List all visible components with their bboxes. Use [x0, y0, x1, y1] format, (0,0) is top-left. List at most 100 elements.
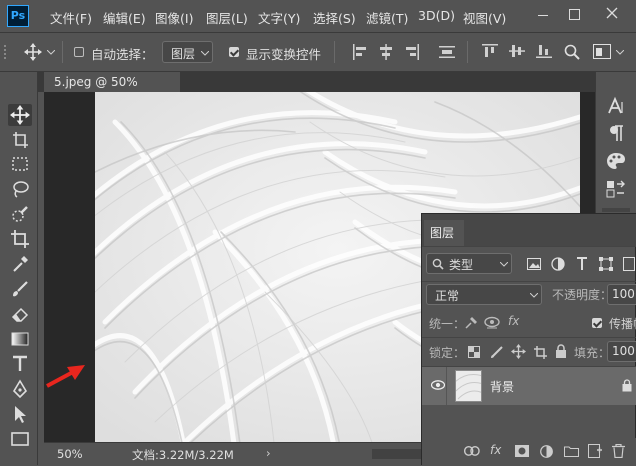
show-transform-checkbox[interactable]	[229, 47, 239, 57]
unify-position-icon[interactable]	[464, 316, 478, 330]
filter-type-dropdown[interactable]: 类型	[426, 253, 512, 274]
menu-layer[interactable]: 图层(L)	[206, 8, 248, 27]
artboard-tool-icon[interactable]	[10, 129, 30, 149]
layers-tab[interactable]: 图层	[424, 220, 464, 246]
move-tool-preset-icon[interactable]	[24, 43, 42, 61]
unify-style-icon[interactable]: fx	[508, 314, 519, 328]
align-vertical-center-icon[interactable]	[509, 44, 525, 58]
lock-all-icon[interactable]	[555, 344, 567, 359]
pixel-layer-filter-icon[interactable]	[527, 258, 541, 270]
eye-icon[interactable]	[431, 380, 445, 390]
add-layer-style-icon[interactable]: fx	[490, 443, 501, 457]
link-layers-icon[interactable]	[464, 446, 480, 456]
lock-transparent-icon[interactable]	[468, 346, 480, 358]
eyedropper-tool-icon[interactable]	[10, 254, 30, 274]
smart-object-filter-icon[interactable]	[623, 257, 635, 271]
new-layer-icon[interactable]	[588, 444, 602, 458]
horizontal-scrollbar[interactable]	[372, 449, 422, 459]
chevron-down-icon[interactable]	[47, 50, 55, 55]
close-icon[interactable]	[605, 6, 619, 20]
path-selection-tool-icon[interactable]	[10, 404, 30, 424]
marquee-tool-icon[interactable]	[10, 154, 30, 174]
lock-artboard-icon[interactable]	[533, 345, 547, 359]
photoshop-logo[interactable]: Ps	[7, 5, 29, 27]
search-icon[interactable]	[564, 44, 580, 60]
zoom-level[interactable]: 50%	[57, 447, 83, 461]
type-layer-filter-icon[interactable]	[576, 257, 588, 271]
align-horizontal-center-icon[interactable]	[379, 44, 393, 60]
rectangle-tool-icon[interactable]	[10, 429, 30, 449]
character-panel-icon[interactable]	[606, 96, 626, 116]
opacity-value: 100	[612, 287, 635, 301]
lock-position-icon[interactable]	[511, 344, 526, 359]
chevron-down-icon[interactable]	[616, 50, 624, 55]
menu-select[interactable]: 选择(S)	[313, 8, 356, 27]
document-tab[interactable]: 5.jpeg @ 50%(RGB/8)	[44, 72, 180, 109]
layers-panel: 图层 类型 正常 不透明度： 100 统一： fx 传播帧	[421, 213, 636, 466]
delete-layer-icon[interactable]	[612, 444, 625, 458]
align-top-icon[interactable]	[482, 44, 498, 58]
move-tool-icon[interactable]	[10, 105, 30, 125]
divider	[62, 41, 63, 63]
divider	[446, 367, 447, 405]
paragraph-panel-icon[interactable]	[608, 124, 624, 142]
chevron-right-icon[interactable]: ›	[266, 446, 271, 460]
fill-label: 填充：	[574, 346, 611, 360]
brush-tool-icon[interactable]	[10, 279, 30, 299]
align-left-icon[interactable]	[353, 44, 367, 60]
fill-input[interactable]: 100	[607, 341, 636, 362]
lock-image-icon[interactable]	[490, 345, 504, 359]
type-tool-icon[interactable]	[10, 354, 30, 374]
layers-filter-row: 类型	[422, 247, 636, 282]
shape-layer-filter-icon[interactable]	[599, 257, 613, 271]
minimize-icon[interactable]	[538, 15, 548, 16]
adjustment-layer-filter-icon[interactable]	[551, 257, 565, 271]
menu-bar: Ps 文件(F) 编辑(E) 图像(I) 图层(L) 文字(Y) 选择(S) 滤…	[0, 0, 636, 33]
workspace-icon[interactable]	[593, 44, 611, 59]
red-arrow-annotation	[45, 362, 87, 388]
new-group-icon[interactable]	[564, 445, 579, 457]
color-panel-icon[interactable]	[606, 152, 626, 170]
opacity-input[interactable]: 100	[607, 284, 636, 305]
menu-view[interactable]: 视图(V)	[463, 8, 506, 27]
gradient-tool-icon[interactable]	[10, 329, 30, 349]
new-adjustment-layer-icon[interactable]	[540, 445, 553, 458]
menu-file[interactable]: 文件(F)	[50, 8, 92, 27]
layer-row[interactable]: 背景	[422, 367, 636, 405]
layer-name[interactable]: 背景	[490, 378, 514, 395]
align-bottom-icon[interactable]	[536, 44, 552, 58]
layers-panel-header: 图层	[422, 214, 636, 247]
menu-type[interactable]: 文字(Y)	[258, 8, 300, 27]
unify-visibility-icon[interactable]	[484, 316, 500, 330]
layer-thumbnail	[455, 370, 482, 402]
fill-value: 100	[612, 344, 635, 358]
show-transform-label: 显示变换控件	[246, 47, 322, 62]
menu-edit[interactable]: 编辑(E)	[103, 8, 146, 27]
lock-icon	[622, 379, 632, 392]
lasso-tool-icon[interactable]	[10, 179, 30, 199]
pen-tool-icon[interactable]	[10, 379, 30, 399]
chevron-down-icon	[530, 293, 538, 298]
menu-3d[interactable]: 3D(D)	[418, 8, 455, 23]
auto-select-target-dropdown[interactable]: 图层	[162, 41, 213, 63]
quick-selection-tool-icon[interactable]	[10, 204, 30, 224]
menu-image[interactable]: 图像(I)	[155, 8, 193, 27]
lock-label: 锁定：	[429, 346, 466, 360]
history-panel-icon[interactable]	[606, 180, 626, 198]
menu-filter[interactable]: 滤镜(T)	[366, 8, 408, 27]
blend-mode-dropdown[interactable]: 正常	[426, 284, 542, 305]
toolbox	[0, 72, 38, 465]
crop-tool-icon[interactable]	[10, 229, 30, 249]
auto-select-checkbox[interactable]	[74, 47, 84, 57]
filter-type-label: 类型	[449, 258, 474, 272]
propagate-frame-checkbox[interactable]	[592, 318, 602, 328]
add-mask-icon[interactable]	[515, 445, 529, 457]
blend-mode-value: 正常	[435, 289, 460, 303]
align-right-icon[interactable]	[405, 44, 419, 60]
distribute-icon[interactable]	[439, 46, 455, 58]
grip-icon	[4, 45, 8, 59]
divider	[334, 41, 335, 63]
maximize-icon[interactable]	[569, 9, 580, 20]
eraser-tool-icon[interactable]	[10, 304, 30, 324]
document-size-info[interactable]: 文档:3.22M/3.22M	[132, 447, 234, 463]
